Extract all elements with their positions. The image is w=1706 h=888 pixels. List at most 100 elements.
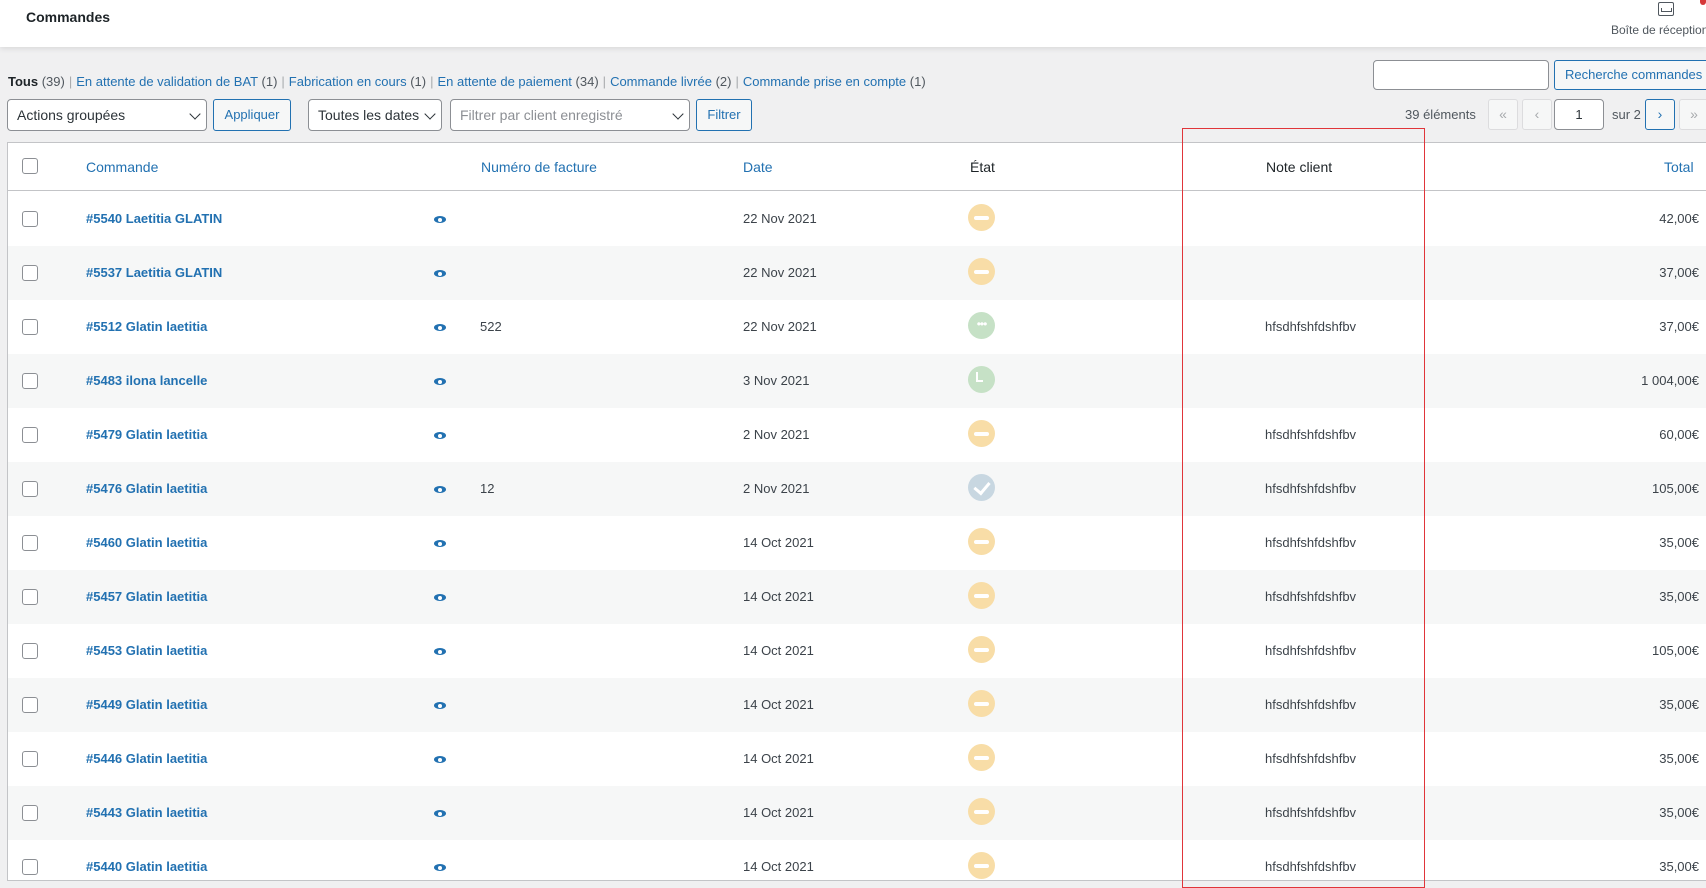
first-page-button[interactable]: « (1488, 99, 1518, 130)
order-date: 14 Oct 2021 (743, 859, 814, 874)
table-row[interactable]: #5540 Laetitia GLATIN 22 Nov 2021 42,00€ (8, 192, 1706, 246)
table-row[interactable]: #5479 Glatin laetitia 2 Nov 2021 hfsdhfshf… (8, 408, 1706, 462)
row-checkbox[interactable] (22, 427, 38, 443)
preview-eye-icon[interactable] (434, 324, 446, 331)
preview-eye-icon[interactable] (434, 594, 446, 601)
status-pending-icon (968, 582, 995, 609)
preview-eye-icon[interactable] (434, 270, 446, 277)
order-link[interactable]: #5443 Glatin laetitia (86, 805, 207, 820)
bulk-actions-value: Actions groupées (17, 107, 126, 123)
status-pending-icon (968, 420, 995, 447)
apply-button[interactable]: Appliquer (213, 99, 291, 131)
table-row[interactable]: #5440 Glatin laetitia 14 Oct 2021 hfsdhfsh… (8, 840, 1706, 880)
prev-page-button[interactable]: ‹ (1522, 99, 1552, 130)
filter-fabrication[interactable]: Fabrication en cours (1) (289, 74, 426, 89)
chevron-down-icon (424, 108, 436, 120)
order-link[interactable]: #5449 Glatin laetitia (86, 697, 207, 712)
filter-count: (2) (715, 74, 732, 89)
row-checkbox[interactable] (22, 265, 38, 281)
column-order[interactable]: Commande (86, 159, 158, 175)
order-link[interactable]: #5446 Glatin laetitia (86, 751, 207, 766)
table-row[interactable]: #5483 ilona lancelle 3 Nov 2021 1 004,00€ (8, 354, 1706, 408)
column-date[interactable]: Date (743, 159, 773, 175)
bulk-actions-select[interactable]: Actions groupées (7, 99, 207, 131)
order-date: 2 Nov 2021 (743, 481, 810, 496)
chevron-down-icon (672, 108, 684, 120)
preview-eye-icon[interactable] (434, 540, 446, 547)
filter-count: (1) (261, 74, 278, 89)
table-row[interactable]: #5460 Glatin laetitia 14 Oct 2021 hfsdhfsh… (8, 516, 1706, 570)
preview-eye-icon[interactable] (434, 378, 446, 385)
date-filter-value: Toutes les dates (318, 107, 420, 123)
order-date: 2 Nov 2021 (743, 427, 810, 442)
status-filter-links: Tous (39) | En attente de validation de BA… (8, 74, 926, 89)
order-link[interactable]: #5476 Glatin laetitia (86, 481, 207, 496)
order-link[interactable]: #5479 Glatin laetitia (86, 427, 207, 442)
row-checkbox[interactable] (22, 373, 38, 389)
order-link[interactable]: #5512 Glatin laetitia (86, 319, 207, 334)
date-filter-select[interactable]: Toutes les dates (308, 99, 442, 131)
table-row[interactable]: #5446 Glatin laetitia 14 Oct 2021 hfsdhfsh… (8, 732, 1706, 786)
preview-eye-icon[interactable] (434, 486, 446, 493)
row-checkbox[interactable] (22, 859, 38, 875)
preview-eye-icon[interactable] (434, 810, 446, 817)
order-link[interactable]: #5540 Laetitia GLATIN (86, 211, 222, 226)
column-total[interactable]: Total (1664, 159, 1694, 175)
order-link[interactable]: #5483 ilona lancelle (86, 373, 207, 388)
order-link[interactable]: #5440 Glatin laetitia (86, 859, 207, 874)
order-date: 22 Nov 2021 (743, 265, 817, 280)
next-page-button[interactable]: › (1645, 99, 1675, 130)
table-row[interactable]: #5457 Glatin laetitia 14 Oct 2021 hfsdhfsh… (8, 570, 1706, 624)
status-pending-icon (968, 852, 995, 879)
order-link[interactable]: #5460 Glatin laetitia (86, 535, 207, 550)
search-orders-button[interactable]: Recherche commandes (1554, 60, 1706, 90)
last-page-button[interactable]: » (1679, 99, 1706, 130)
row-checkbox[interactable] (22, 589, 38, 605)
order-link[interactable]: #5453 Glatin laetitia (86, 643, 207, 658)
status-pending-icon (968, 204, 995, 231)
row-checkbox[interactable] (22, 805, 38, 821)
filter-bat-validation[interactable]: En attente de validation de BAT (1) (76, 74, 277, 89)
select-all-checkbox[interactable] (22, 158, 38, 174)
table-row[interactable]: #5512 Glatin laetitia 522 22 Nov 2021 hfsdh… (8, 300, 1706, 354)
order-link[interactable]: #5457 Glatin laetitia (86, 589, 207, 604)
table-row[interactable]: #5537 Laetitia GLATIN 22 Nov 2021 37,00€ (8, 246, 1706, 300)
filter-all[interactable]: Tous (39) (8, 74, 65, 89)
invoice-number: 522 (480, 319, 502, 334)
row-checkbox[interactable] (22, 697, 38, 713)
column-invoice[interactable]: Numéro de facture (481, 159, 597, 175)
preview-eye-icon[interactable] (434, 756, 446, 763)
filter-awaiting-payment[interactable]: En attente de paiement (34) (437, 74, 598, 89)
row-checkbox[interactable] (22, 211, 38, 227)
order-date: 22 Nov 2021 (743, 319, 817, 334)
preview-eye-icon[interactable] (434, 648, 446, 655)
table-row[interactable]: #5476 Glatin laetitia 12 2 Nov 2021 hfsdhfs… (8, 462, 1706, 516)
order-link[interactable]: #5537 Laetitia GLATIN (86, 265, 222, 280)
order-date: 14 Oct 2021 (743, 643, 814, 658)
client-filter-select[interactable]: Filtrer par client enregistré (450, 99, 690, 131)
order-total: 1 004,00€ (1641, 373, 1699, 388)
preview-eye-icon[interactable] (434, 432, 446, 439)
row-checkbox[interactable] (22, 319, 38, 335)
row-checkbox[interactable] (22, 481, 38, 497)
filter-label: En attente de paiement (437, 74, 572, 89)
search-orders-input[interactable] (1373, 60, 1549, 90)
row-checkbox[interactable] (22, 643, 38, 659)
status-pending-icon (968, 258, 995, 285)
row-checkbox[interactable] (22, 751, 38, 767)
order-total: 37,00€ (1659, 319, 1699, 334)
table-row[interactable]: #5443 Glatin laetitia 14 Oct 2021 hfsdhfsh… (8, 786, 1706, 840)
status-pending-icon (968, 636, 995, 663)
order-total: 60,00€ (1659, 427, 1699, 442)
current-page-input[interactable]: 1 (1554, 99, 1604, 130)
filter-label: Fabrication en cours (288, 74, 407, 89)
row-checkbox[interactable] (22, 535, 38, 551)
table-row[interactable]: #5449 Glatin laetitia 14 Oct 2021 hfsdhfsh… (8, 678, 1706, 732)
table-row[interactable]: #5453 Glatin laetitia 14 Oct 2021 hfsdhfsh… (8, 624, 1706, 678)
preview-eye-icon[interactable] (434, 702, 446, 709)
filter-delivered[interactable]: Commande livrée (2) (610, 74, 731, 89)
filter-button[interactable]: Filtrer (696, 99, 752, 131)
preview-eye-icon[interactable] (434, 864, 446, 871)
preview-eye-icon[interactable] (434, 216, 446, 223)
filter-acknowledged[interactable]: Commande prise en compte (1) (743, 74, 926, 89)
